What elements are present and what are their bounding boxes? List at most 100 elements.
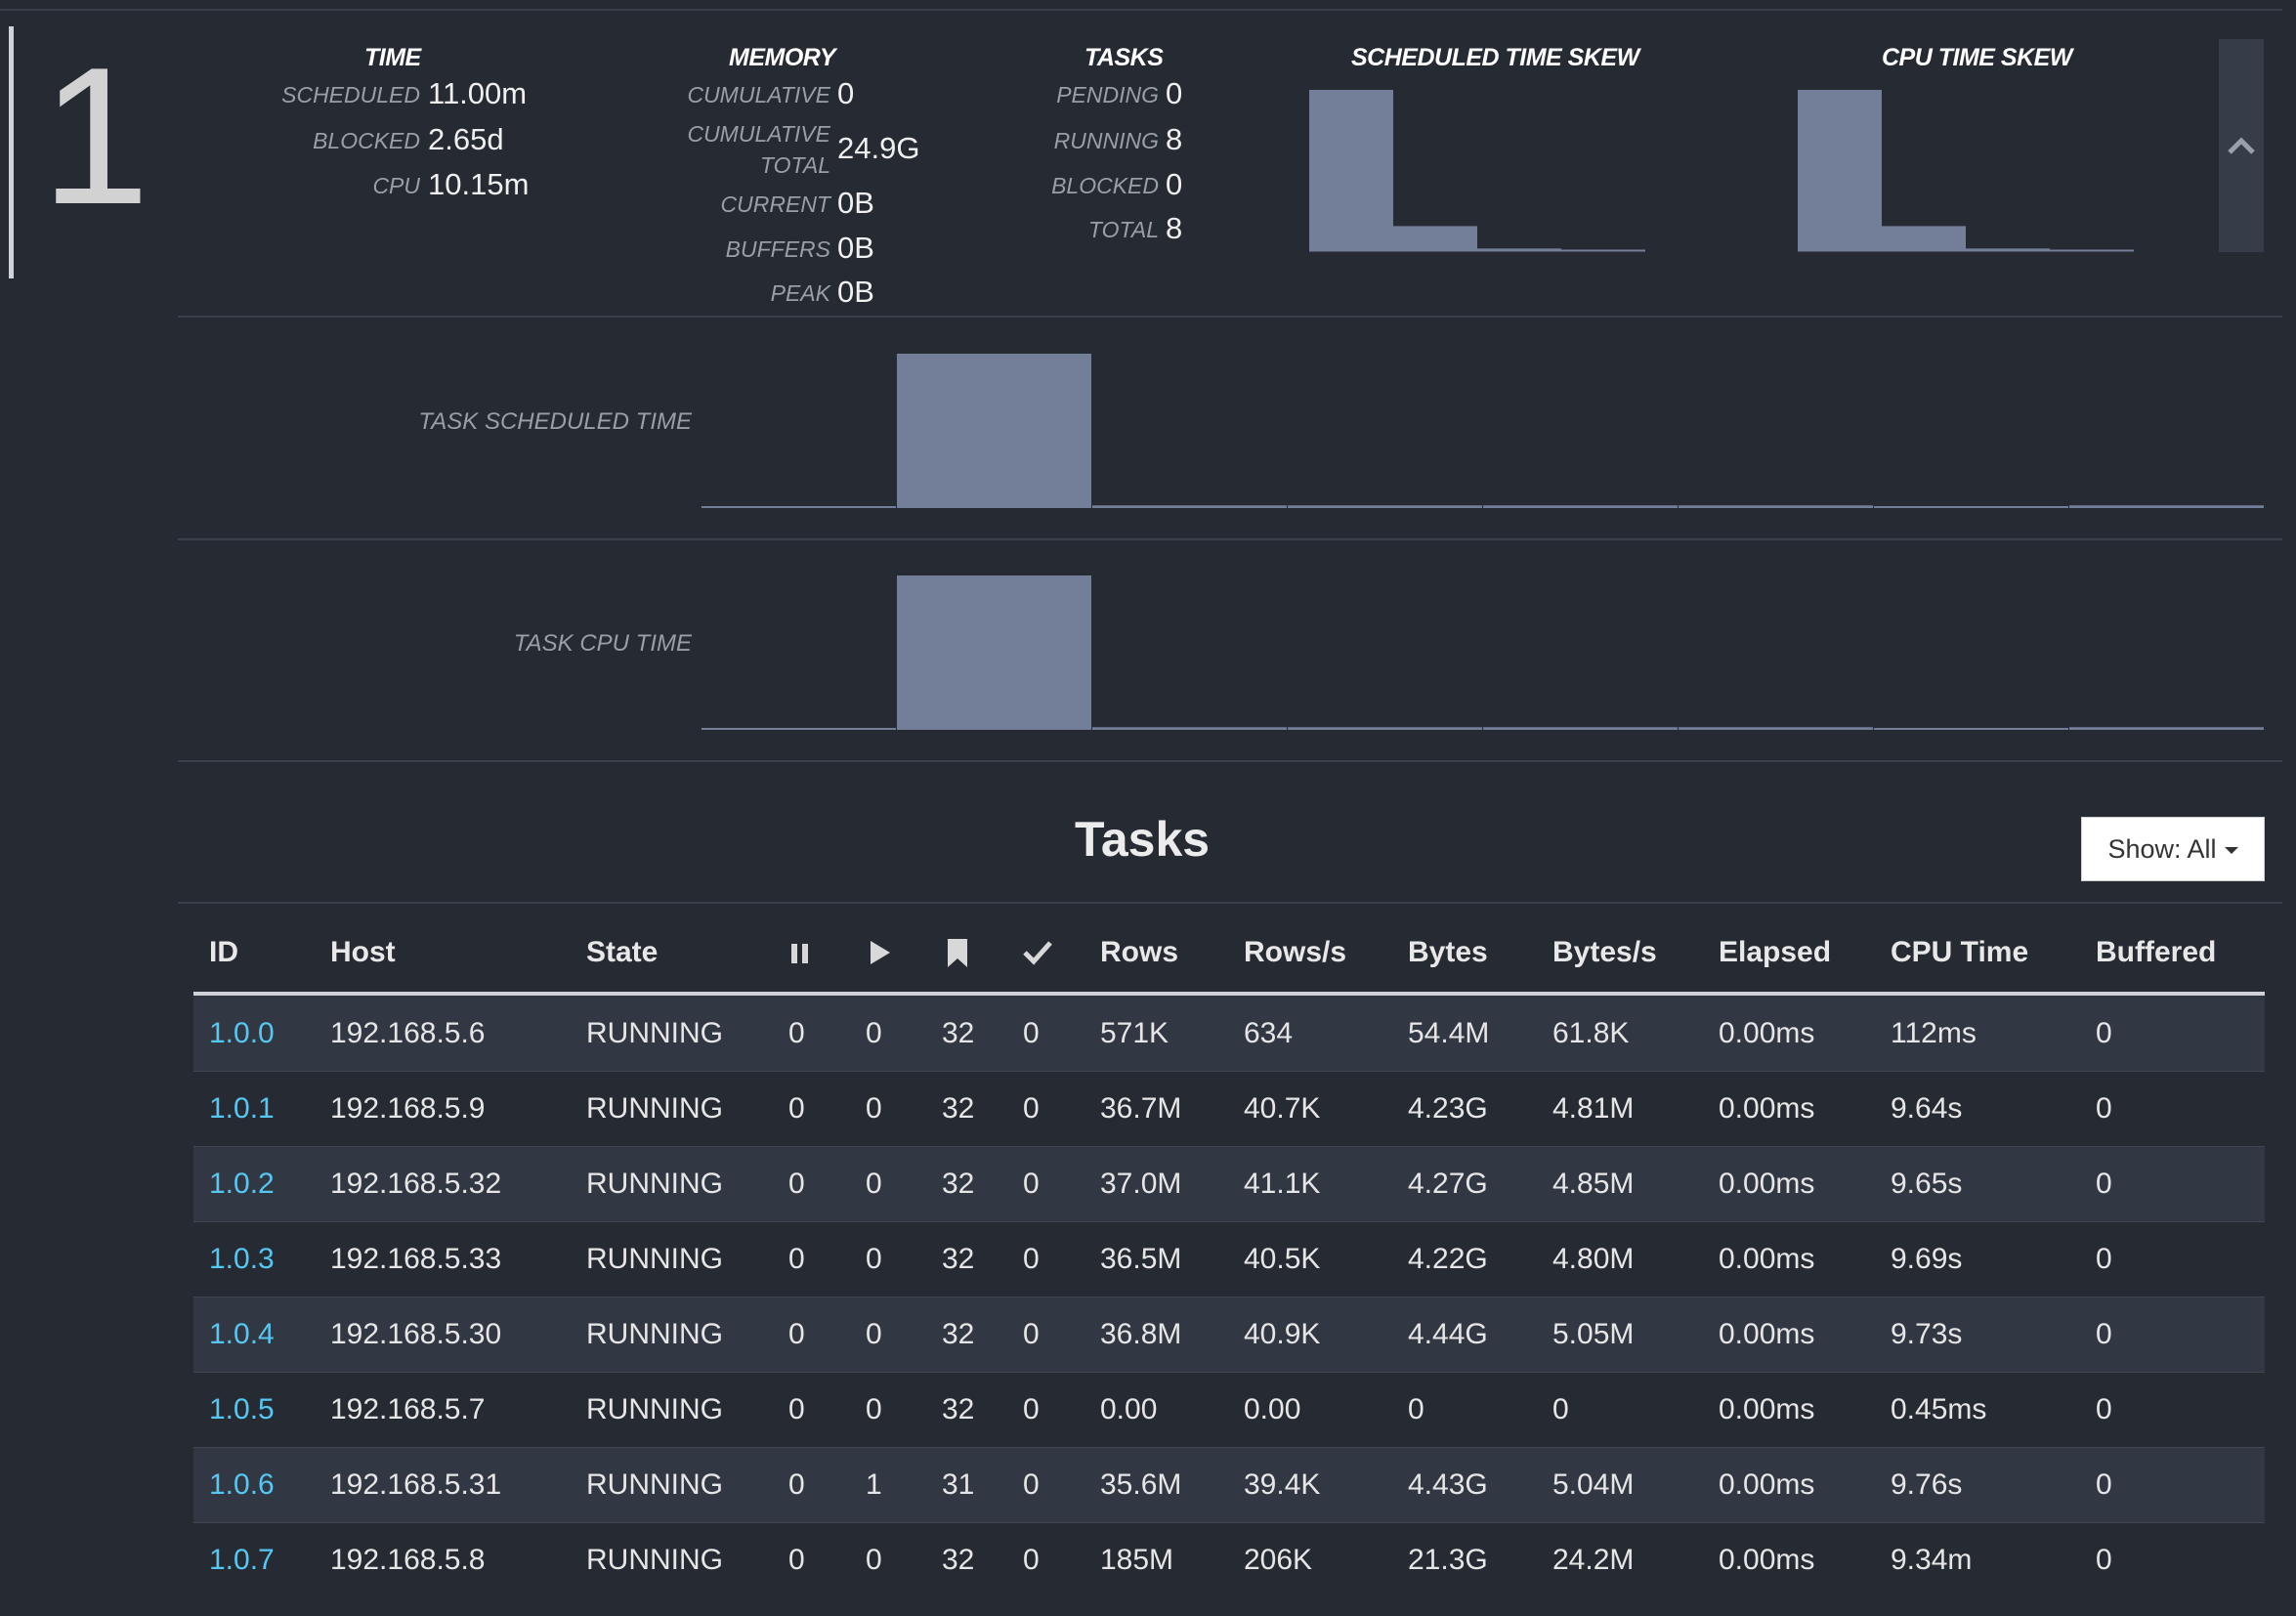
task-state: RUNNING <box>586 1017 723 1049</box>
time-cpu-value: 10.15m <box>428 167 530 201</box>
row-separator <box>193 1146 2265 1147</box>
chart-bar-1.0.0 <box>702 728 896 730</box>
task-rows: 36.7M <box>1100 1092 1182 1125</box>
task-host: 192.168.5.9 <box>330 1092 486 1125</box>
row-separator <box>193 1221 2265 1222</box>
chart-bar <box>1393 226 1477 250</box>
task-bytes: 21.3G <box>1408 1544 1488 1576</box>
stage-detail-panel: 1 TIME SCHEDULED 11.00m BLOCKED 2.65d CP… <box>0 0 2296 1616</box>
task-scheduled-time-label: TASK SCHEDULED TIME <box>418 408 692 435</box>
task-state: RUNNING <box>586 1544 723 1576</box>
table-row: 1.0.6 192.168.5.31 RUNNING 0 1 31 0 35.6M 39.4K 4… <box>193 1447 2265 1522</box>
col-header-bytes[interactable]: Bytes <box>1408 936 1488 969</box>
task-id-link[interactable]: 1.0.2 <box>209 1146 275 1221</box>
task-scheduled-time-chart <box>702 350 2265 510</box>
stage-id: 1 <box>41 27 150 245</box>
chart-bar-1.0.4 <box>1679 505 1873 508</box>
bookmark-icon[interactable] <box>946 938 969 974</box>
task-id-link[interactable]: 1.0.3 <box>209 1221 275 1297</box>
chart-bar-1.0.6 <box>2069 505 2264 508</box>
time-cpu-label: CPU <box>372 173 420 198</box>
task-finished-drivers: 0 <box>1023 1243 1040 1275</box>
task-rows: 36.5M <box>1100 1243 1182 1275</box>
tasks-header: TASKS <box>1084 44 1164 71</box>
memory-header: MEMORY <box>729 44 836 71</box>
task-queued-drivers: 0 <box>788 1468 805 1501</box>
task-running-drivers: 0 <box>866 1017 882 1049</box>
col-header-elapsed[interactable]: Elapsed <box>1719 936 1831 969</box>
task-bytes-per-sec: 5.05M <box>1552 1318 1635 1350</box>
time-scheduled-value: 11.00m <box>428 76 528 110</box>
task-running-drivers: 0 <box>866 1168 882 1200</box>
task-id-link[interactable]: 1.0.1 <box>209 1071 275 1146</box>
task-rows-per-sec: 40.7K <box>1244 1092 1321 1125</box>
task-rows: 571K <box>1100 1017 1169 1049</box>
tasks-blocked-label: BLOCKED <box>1051 173 1159 198</box>
chart-bar-1.0.1 <box>1092 727 1287 730</box>
task-buffered: 0 <box>2096 1168 2112 1200</box>
chart-bar-1.0.5 <box>1874 506 2068 508</box>
task-id-link[interactable]: 1.0.6 <box>209 1447 275 1522</box>
memory-current-label: CURRENT <box>720 191 830 217</box>
task-queued-drivers: 0 <box>788 1017 805 1049</box>
memory-cumulative-total-label-2: TOTAL <box>760 152 830 178</box>
task-rows-per-sec: 634 <box>1244 1017 1294 1049</box>
chart-bar-1.0.2 <box>1288 727 1482 730</box>
check-icon[interactable] <box>1022 938 1053 972</box>
task-elapsed: 0.00ms <box>1719 1243 1815 1275</box>
col-header-bytes-per-sec[interactable]: Bytes/s <box>1552 936 1657 969</box>
stage-indicator-bar <box>9 26 14 278</box>
show-filter-dropdown[interactable]: Show: All <box>2081 817 2265 881</box>
col-header-rows[interactable]: Rows <box>1100 936 1178 969</box>
task-rows: 0.00 <box>1100 1393 1158 1425</box>
task-finished-drivers: 0 <box>1023 1017 1040 1049</box>
task-blocked-drivers: 32 <box>942 1544 975 1576</box>
task-bytes: 4.23G <box>1408 1092 1488 1125</box>
cpu-chart-divider <box>178 760 2282 762</box>
task-rows-per-sec: 206K <box>1244 1544 1313 1576</box>
task-rows-per-sec: 40.9K <box>1244 1318 1321 1350</box>
task-elapsed: 0.00ms <box>1719 1468 1815 1501</box>
memory-cumulative-label: CUMULATIVE <box>687 82 830 107</box>
task-host: 192.168.5.6 <box>330 1017 486 1049</box>
task-cpu-time: 9.76s <box>1891 1468 1963 1501</box>
task-bytes-per-sec: 24.2M <box>1552 1544 1635 1576</box>
tasks-pending-label: PENDING <box>1056 82 1159 107</box>
time-scheduled-label: SCHEDULED <box>281 82 420 107</box>
col-header-id[interactable]: ID <box>209 936 238 969</box>
col-header-rows-per-sec[interactable]: Rows/s <box>1244 936 1346 969</box>
memory-current-value: 0B <box>837 186 874 220</box>
play-icon[interactable] <box>868 938 893 972</box>
task-finished-drivers: 0 <box>1023 1393 1040 1425</box>
row-separator <box>193 1522 2265 1523</box>
tasks-blocked-value: 0 <box>1166 167 1183 201</box>
table-row: 1.0.4 192.168.5.30 RUNNING 0 0 32 0 36.8M 40.9K 4… <box>193 1297 2265 1372</box>
chart-bar-1.0.3 <box>1483 505 1678 508</box>
task-elapsed: 0.00ms <box>1719 1168 1815 1200</box>
chart-bar-1.0.0 <box>702 506 896 508</box>
tasks-running-value: 8 <box>1166 122 1183 156</box>
chart-bar <box>1798 90 1882 250</box>
task-running-drivers: 0 <box>866 1544 882 1576</box>
row-separator <box>193 1071 2265 1072</box>
task-elapsed: 0.00ms <box>1719 1318 1815 1350</box>
task-id-link[interactable]: 1.0.4 <box>209 1297 275 1372</box>
pause-icon[interactable] <box>789 938 811 972</box>
chart-bar-1.0.4 <box>1679 727 1873 730</box>
memory-peak-value: 0B <box>837 275 874 309</box>
table-row: 1.0.1 192.168.5.9 RUNNING 0 0 32 0 36.7M 40.7K 4.… <box>193 1071 2265 1146</box>
col-header-cpu-time[interactable]: CPU Time <box>1891 936 2028 969</box>
col-header-buffered[interactable]: Buffered <box>2096 936 2216 969</box>
col-header-host[interactable]: Host <box>330 936 396 969</box>
task-buffered: 0 <box>2096 1017 2112 1049</box>
collapse-button[interactable] <box>2219 39 2264 252</box>
task-cpu-time: 9.69s <box>1891 1243 1963 1275</box>
task-blocked-drivers: 32 <box>942 1168 975 1200</box>
task-rows: 36.8M <box>1100 1318 1182 1350</box>
task-id-link[interactable]: 1.0.0 <box>209 996 275 1071</box>
task-finished-drivers: 0 <box>1023 1092 1040 1125</box>
task-running-drivers: 1 <box>866 1468 882 1501</box>
col-header-state[interactable]: State <box>586 936 658 969</box>
task-id-link[interactable]: 1.0.7 <box>209 1522 275 1597</box>
task-id-link[interactable]: 1.0.5 <box>209 1372 275 1447</box>
